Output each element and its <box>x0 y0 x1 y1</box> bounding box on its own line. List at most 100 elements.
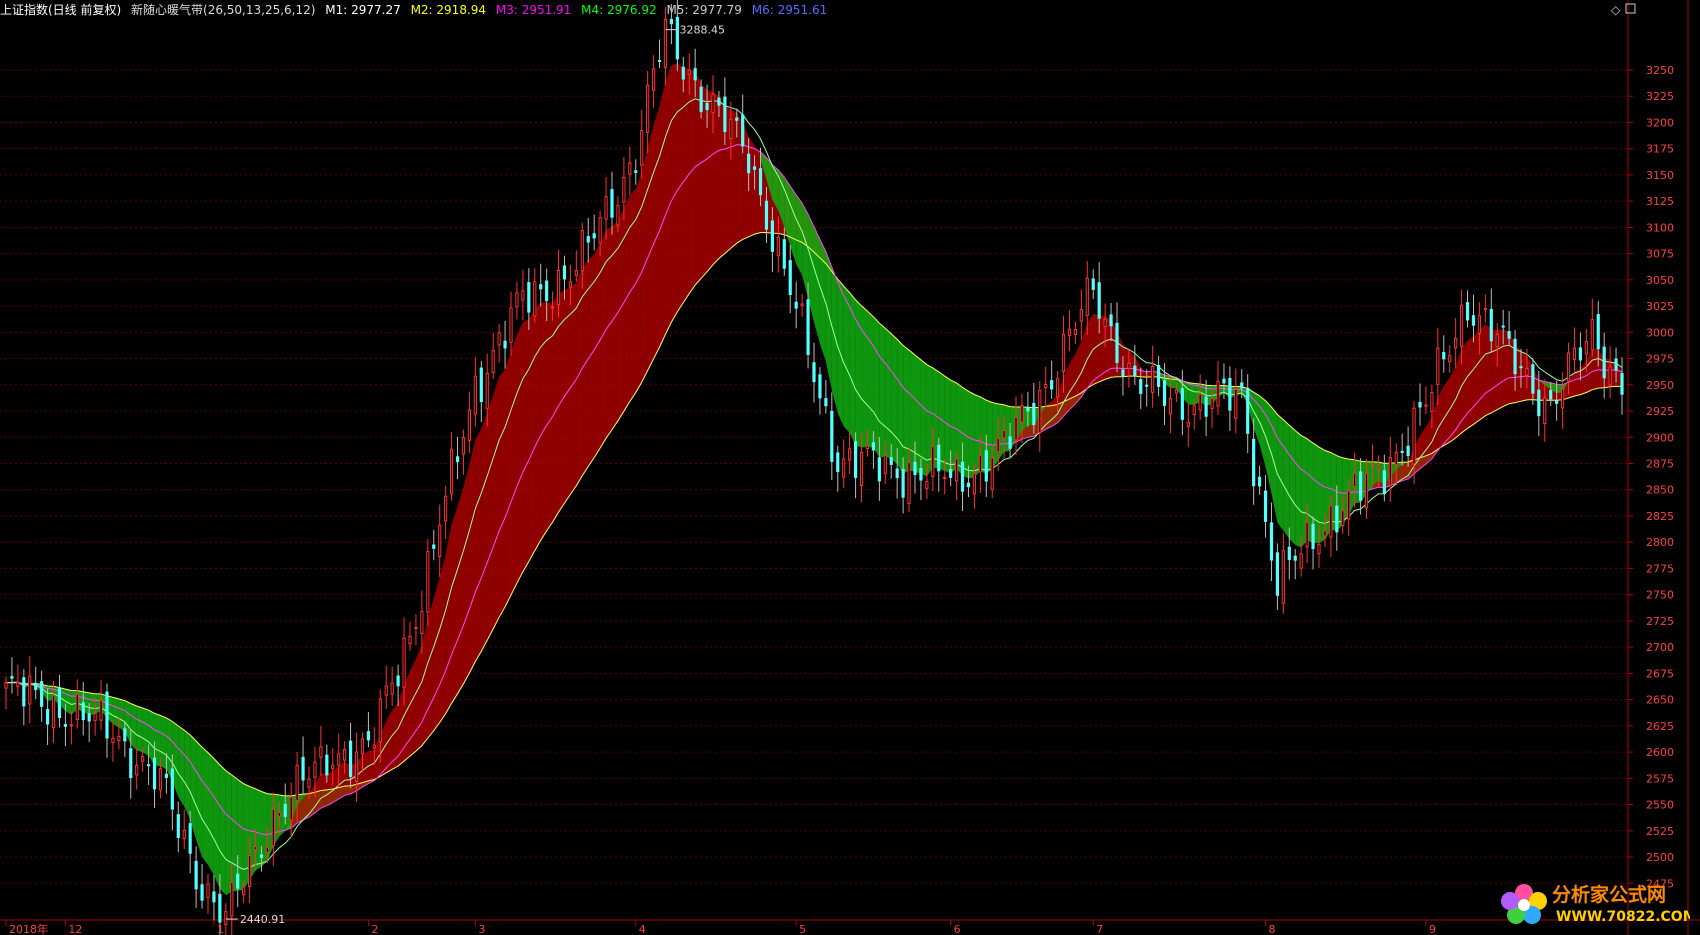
band-inner <box>796 195 803 276</box>
band-outer <box>944 376 951 427</box>
y-tick-label: 2500 <box>1646 851 1674 864</box>
band-inner <box>594 243 601 350</box>
band-inner <box>493 377 500 547</box>
indicator-name[interactable]: 新随心暖气带(26,50,13,25,6,12) <box>131 3 315 17</box>
candle-body <box>1067 328 1072 337</box>
band-inner <box>552 294 559 417</box>
diamond-icon[interactable]: ◇ <box>1611 3 1621 17</box>
candle-body <box>990 457 994 490</box>
candle-body <box>675 16 679 60</box>
band-outer <box>641 258 648 383</box>
candle-body <box>69 724 73 727</box>
band-outer <box>558 396 565 513</box>
band-inner <box>570 282 577 388</box>
band-outer <box>1568 379 1575 398</box>
band-outer <box>623 292 630 412</box>
band-inner <box>326 771 333 806</box>
band-outer <box>552 405 559 523</box>
candle-body <box>1513 338 1517 375</box>
candle-body <box>1560 388 1565 409</box>
candle-body <box>146 764 151 767</box>
band-inner <box>516 322 523 487</box>
candle-body <box>758 168 763 196</box>
candle-body <box>1061 333 1066 373</box>
candle-body <box>1079 309 1083 322</box>
candle-body <box>354 751 359 782</box>
candle-body <box>1341 510 1345 526</box>
band-outer <box>713 150 719 265</box>
candle-body <box>182 830 186 839</box>
y-tick-label: 2825 <box>1646 510 1674 523</box>
candle-body <box>1192 405 1196 415</box>
band-outer <box>730 144 737 249</box>
y-tick-label: 2975 <box>1646 353 1674 366</box>
band-outer <box>736 144 743 244</box>
candle-body <box>984 450 988 482</box>
candle-body <box>1109 314 1113 327</box>
y-tick-label: 3150 <box>1646 169 1674 182</box>
candle-body <box>764 200 769 230</box>
candle-body <box>949 468 953 478</box>
candle-body <box>545 280 549 301</box>
candle-body <box>1602 346 1606 379</box>
band-inner <box>564 287 571 397</box>
band-outer <box>1497 380 1504 410</box>
band-inner <box>677 63 684 191</box>
candle-body <box>681 66 685 80</box>
candle-body <box>57 687 62 718</box>
candle-body <box>1180 388 1184 420</box>
candle-body <box>859 451 864 487</box>
band-outer <box>540 425 547 541</box>
watermark-url: WWW.70822.COM <box>1556 909 1690 925</box>
band-inner <box>213 796 220 889</box>
candle-body <box>747 153 751 174</box>
band-inner <box>944 422 951 473</box>
candle-body <box>1275 552 1280 596</box>
band-outer <box>564 387 571 504</box>
band-outer <box>499 517 506 618</box>
candle-body <box>1465 302 1470 321</box>
candle-body <box>87 713 91 722</box>
band-inner <box>855 319 862 448</box>
x-tick-label: 4 <box>639 923 646 935</box>
band-inner <box>891 371 898 465</box>
candle-body <box>1436 347 1440 385</box>
band-outer <box>968 391 975 440</box>
candle-body <box>485 372 489 409</box>
candle-body <box>1459 304 1464 347</box>
band-outer <box>249 786 256 833</box>
band-outer <box>1503 377 1510 407</box>
band-inner <box>130 715 137 751</box>
candle-body <box>580 230 584 272</box>
candle-body <box>604 196 608 220</box>
candle-body <box>289 796 293 821</box>
band-inner <box>879 356 886 458</box>
y-tick-label: 3250 <box>1646 64 1674 77</box>
band-inner <box>208 788 214 876</box>
candle-body <box>414 626 418 629</box>
candle-body <box>640 130 644 166</box>
band-inner <box>867 337 874 448</box>
candle-body <box>1228 377 1232 411</box>
candle-body <box>1050 380 1054 390</box>
candle-body <box>63 724 68 727</box>
candle-body <box>509 307 513 343</box>
candle-body <box>729 118 733 140</box>
candle-body <box>723 96 727 132</box>
candle-body <box>206 883 210 898</box>
candle-body <box>550 306 555 309</box>
band-inner <box>606 226 612 330</box>
band-outer <box>659 214 666 348</box>
candle-body <box>871 442 876 451</box>
y-tick-label: 3075 <box>1646 248 1674 261</box>
candle-body <box>1400 450 1404 453</box>
band-inner <box>831 267 838 414</box>
candle-body <box>1293 555 1297 561</box>
candle-body <box>1073 328 1078 335</box>
band-outer <box>956 383 963 434</box>
candle-body <box>616 205 620 226</box>
band-outer <box>1336 455 1343 494</box>
candle-body <box>1442 351 1446 360</box>
band-outer <box>629 283 636 402</box>
x-tick-label: 7 <box>1096 923 1103 935</box>
